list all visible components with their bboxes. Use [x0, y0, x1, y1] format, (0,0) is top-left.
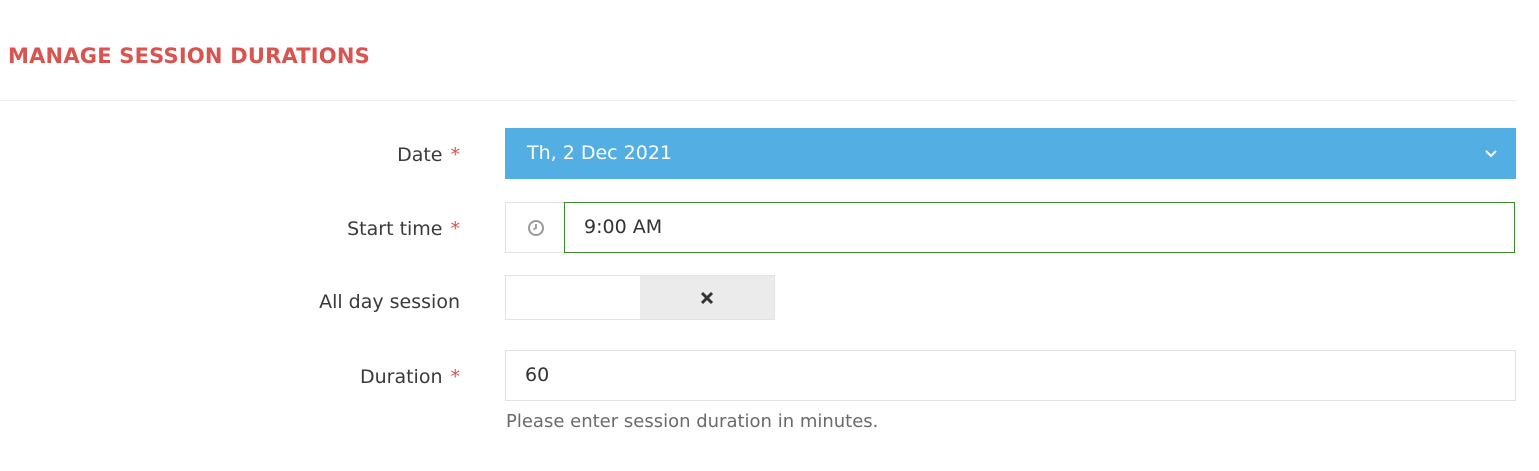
date-select[interactable]: Th, 2 Dec 2021: [505, 128, 1516, 179]
duration-label: Duration *: [160, 365, 460, 389]
duration-help-text: Please enter session duration in minutes…: [506, 411, 879, 432]
divider: [0, 100, 1517, 101]
required-mark: *: [450, 144, 461, 166]
start-time-label-text: Start time: [347, 218, 443, 240]
all-day-label: All day session: [160, 290, 460, 314]
all-day-label-text: All day session: [319, 291, 460, 313]
page-title: MANAGE SESSION DURATIONS: [8, 44, 370, 68]
required-mark: *: [450, 218, 461, 240]
start-time-label: Start time *: [160, 217, 460, 241]
date-label: Date *: [160, 143, 460, 167]
date-select-value: Th, 2 Dec 2021: [527, 142, 673, 164]
chevron-down-icon: [1485, 150, 1497, 158]
date-label-text: Date: [397, 144, 443, 166]
required-mark: *: [450, 366, 461, 388]
clock-icon: [528, 220, 544, 236]
start-time-input[interactable]: 9:00 AM: [564, 202, 1515, 253]
duration-input[interactable]: 60: [505, 350, 1516, 401]
close-icon: [700, 291, 714, 305]
all-day-toggle[interactable]: [505, 275, 775, 320]
time-addon[interactable]: [505, 202, 565, 253]
duration-label-text: Duration: [359, 366, 443, 388]
toggle-off-knob: [640, 276, 774, 319]
